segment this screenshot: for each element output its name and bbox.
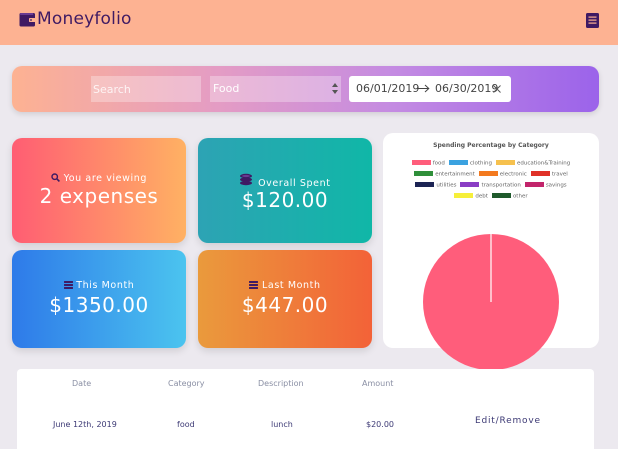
legend-item-food[interactable]: food (411, 160, 445, 167)
legend-row: utilities transportation savings (383, 182, 599, 189)
legend-swatch (460, 182, 480, 187)
brand[interactable]: Moneyfolio (19, 9, 132, 29)
legend-swatch (524, 182, 544, 187)
legend-row: debt other (383, 193, 599, 200)
legend-swatch (530, 171, 550, 176)
viewing-label: You are viewing (63, 173, 147, 184)
legend-item-electronic[interactable]: electronic (478, 171, 527, 178)
date-end[interactable]: 06/30/2019 (435, 82, 498, 95)
legend-label: education&Training (516, 160, 571, 167)
legend-swatch (411, 160, 431, 165)
close-icon[interactable] (493, 85, 501, 93)
legend-row: food clothing education&Training (383, 160, 599, 167)
viewing-card: You are viewing 2 expenses (12, 138, 186, 243)
column-header-category[interactable]: Category (168, 379, 205, 388)
search-input[interactable] (91, 76, 201, 102)
legend-item-savings[interactable]: savings (524, 182, 567, 189)
chart-title: Spending Percentage by Category (433, 142, 549, 149)
legend-label: utilities (436, 182, 457, 189)
spending-chart-panel: Spending Percentage by Category food clot… (383, 133, 599, 370)
legend-label: clothing (469, 160, 492, 167)
this-month-label: This Month (76, 280, 135, 291)
column-header-date[interactable]: Date (72, 379, 91, 388)
legend-swatch (448, 160, 468, 165)
overall-spent-value: $120.00 (241, 188, 329, 212)
last-month-label: Last Month (262, 280, 321, 291)
this-month-value: $1350.00 (49, 293, 149, 317)
legend-label: other (512, 193, 528, 200)
overall-spent-card: Overall Spent $120.00 (198, 138, 372, 243)
legend-swatch (415, 182, 435, 187)
legend-label: debt (475, 193, 488, 200)
category-select[interactable]: Food (210, 76, 341, 102)
legend-label: savings (545, 182, 567, 189)
legend-swatch (478, 171, 498, 176)
category-selected-value: Food (213, 82, 240, 95)
legend-label: entertainment (435, 171, 475, 178)
coins-icon (240, 173, 253, 186)
column-header-description[interactable]: Description (258, 379, 304, 388)
legend-row: entertainment electronic travel (383, 171, 599, 178)
viewing-value: 2 expenses (39, 184, 159, 208)
select-arrows-icon (332, 83, 338, 94)
legend-label: travel (551, 171, 568, 178)
list-icon[interactable] (586, 13, 599, 28)
legend-swatch (454, 193, 474, 198)
legend-swatch (495, 160, 515, 165)
legend-item-entertainment[interactable]: entertainment (414, 171, 475, 178)
expenses-table: Date Category Description Amount June 12… (17, 369, 594, 449)
legend-label: food (432, 160, 445, 167)
legend-item-travel[interactable]: travel (530, 171, 568, 178)
last-month-value: $447.00 (241, 293, 329, 317)
header-bar: Moneyfolio (0, 0, 618, 45)
legend-swatch (414, 171, 434, 176)
wallet-icon (19, 12, 36, 26)
column-header-amount[interactable]: Amount (362, 379, 393, 388)
money-stack-icon (249, 281, 259, 289)
row-description: lunch (271, 420, 293, 429)
edit-remove-link[interactable]: Edit/Remove (475, 416, 541, 426)
legend-item-education-training[interactable]: education&Training (495, 160, 571, 167)
row-date: June 12th, 2019 (53, 420, 117, 429)
legend-item-transportation[interactable]: transportation (460, 182, 521, 189)
search-icon (51, 173, 60, 182)
legend-item-clothing[interactable]: clothing (448, 160, 492, 167)
legend-item-debt[interactable]: debt (454, 193, 488, 200)
legend-label: electronic (499, 171, 527, 178)
filter-bar: Food 06/01/2019 06/30/2019 (12, 66, 599, 112)
legend-item-utilities[interactable]: utilities (415, 182, 456, 189)
last-month-card: Last Month $447.00 (198, 250, 372, 348)
pie-chart (423, 234, 559, 370)
row-amount: $20.00 (366, 420, 394, 429)
money-stack-icon (63, 281, 73, 289)
date-start[interactable]: 06/01/2019 (356, 82, 419, 95)
this-month-card: This Month $1350.00 (12, 250, 186, 348)
arrow-right-icon (417, 84, 430, 93)
row-category: food (177, 420, 195, 429)
legend-label: transportation (481, 182, 521, 189)
legend-swatch (491, 193, 511, 198)
legend-item-other[interactable]: other (491, 193, 528, 200)
date-range-picker[interactable]: 06/01/2019 06/30/2019 (349, 76, 511, 102)
app-title: Moneyfolio (37, 9, 132, 29)
